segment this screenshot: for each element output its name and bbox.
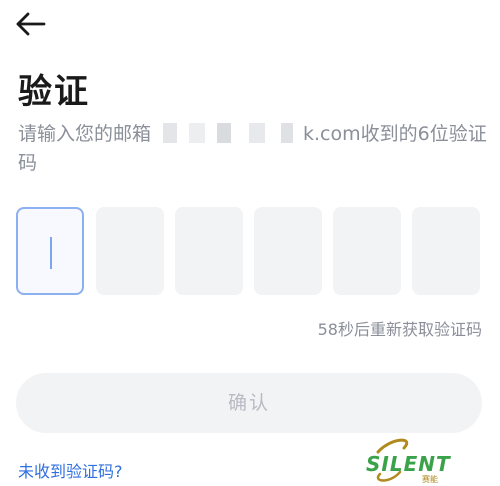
arrow-left-icon bbox=[16, 12, 46, 36]
code-input-box-6[interactable] bbox=[412, 207, 480, 295]
watermark-logo: SILENT 赛能 bbox=[360, 438, 480, 484]
verification-description: 请输入您的邮箱 k.com收到的6位验证码 bbox=[18, 120, 488, 178]
watermark-text: SILENT bbox=[366, 452, 451, 476]
watermark-subtext: 赛能 bbox=[422, 475, 438, 484]
code-input-box-1[interactable] bbox=[16, 207, 84, 295]
masked-email bbox=[153, 123, 302, 143]
code-input-box-3[interactable] bbox=[175, 207, 243, 295]
resend-countdown: 58秒后重新获取验证码 bbox=[317, 320, 482, 339]
back-button[interactable] bbox=[14, 10, 48, 38]
code-input-box-5[interactable] bbox=[333, 207, 401, 295]
code-input-box-2[interactable] bbox=[96, 207, 164, 295]
text-cursor bbox=[50, 237, 52, 269]
description-prefix: 请输入您的邮箱 bbox=[18, 123, 152, 145]
code-input-group bbox=[16, 207, 482, 295]
page-title: 验证 bbox=[18, 72, 90, 112]
code-input-box-4[interactable] bbox=[254, 207, 322, 295]
confirm-button[interactable]: 确认 bbox=[16, 373, 482, 433]
no-code-received-link[interactable]: 未收到验证码? bbox=[18, 458, 123, 482]
